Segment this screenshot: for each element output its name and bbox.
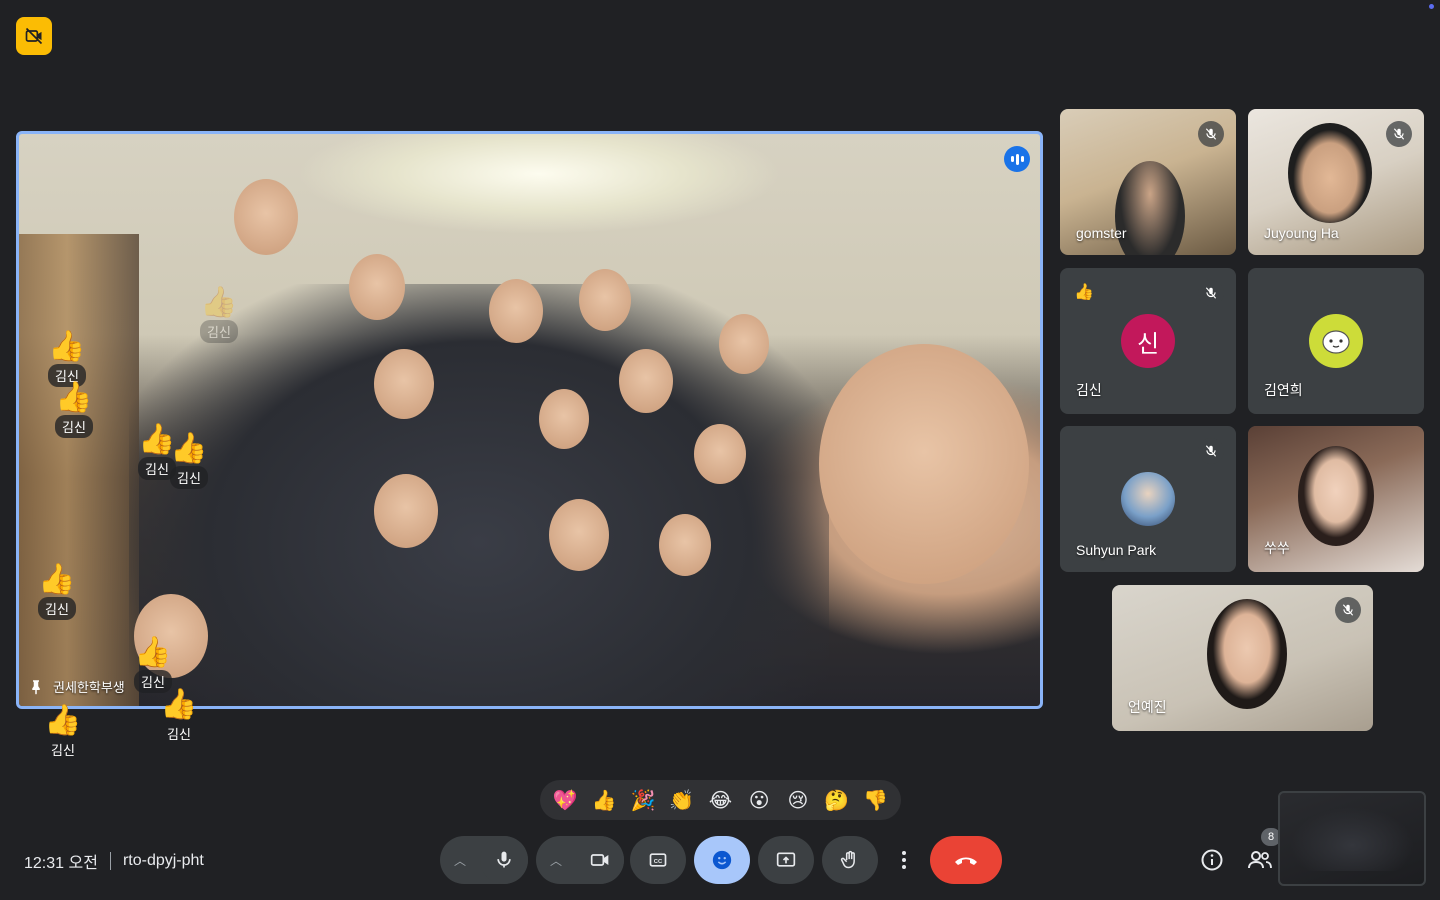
presenter-label: 권세한학부생 (27, 677, 125, 696)
thumbs-down-icon[interactable]: 👎 (858, 782, 894, 818)
floating-reaction: 👍 김신 (134, 638, 172, 693)
participant-tile-gomster[interactable]: gomster (1060, 109, 1236, 255)
participant-tile-eon-yejin[interactable]: 언예진 (1112, 585, 1373, 731)
participant-tile-ssussu[interactable]: 쑤쑤 (1248, 426, 1424, 572)
tears-of-joy-icon[interactable]: 😂 (702, 782, 738, 818)
meeting-info: 12:31 오전 rto-dpyj-pht (24, 849, 204, 873)
meeting-time: 12:31 오전 (24, 855, 98, 872)
camera-control: ︿ (536, 836, 624, 884)
floating-reaction: 👍 김신 (170, 434, 208, 489)
meeting-details-button[interactable] (1194, 842, 1230, 878)
divider (109, 852, 111, 870)
more-options-button[interactable] (884, 836, 924, 884)
participant-tile-kim-yeonhee[interactable]: 김연희 (1248, 268, 1424, 414)
microphone-icon[interactable] (480, 836, 528, 884)
thumbs-up-icon: 👍 (48, 329, 86, 364)
floating-reaction: 👍 김신 (160, 690, 198, 745)
surprised-face-icon[interactable]: 😮 (741, 782, 777, 818)
mic-off-icon (1198, 280, 1224, 306)
status-dot (1429, 4, 1434, 9)
group-faces (19, 134, 1040, 706)
mic-off-icon (1198, 121, 1224, 147)
participant-name: 김신 (1076, 382, 1102, 398)
more-options-icon (902, 851, 906, 869)
meeting-code: rto-dpyj-pht (122, 852, 204, 869)
raise-hand-button[interactable] (822, 836, 878, 884)
thumbs-up-icon: 👍 (200, 285, 238, 320)
participant-tile-suhyun-park[interactable]: Suhyun Park (1060, 426, 1236, 572)
thumbs-up-icon: 👍 (44, 703, 82, 738)
participant-tile-juyoung-ha[interactable]: Juyoung Ha (1248, 109, 1424, 255)
mic-off-icon (1386, 121, 1412, 147)
video-camera-icon[interactable] (576, 836, 624, 884)
video-options-chevron-icon[interactable]: ︿ (550, 852, 562, 869)
microphone-control: ︿ (440, 836, 528, 884)
speaking-indicator-icon (1004, 146, 1030, 172)
thumbs-up-icon: 👍 (55, 380, 93, 415)
avatar (1309, 314, 1363, 368)
info-icon (1201, 849, 1223, 871)
participant-name: gomster (1076, 225, 1127, 241)
participant-name: Juyoung Ha (1264, 225, 1339, 241)
avatar: 신 (1121, 314, 1175, 368)
avatar (1121, 472, 1175, 526)
captions-button[interactable]: CC (630, 836, 686, 884)
closed-captions-icon: CC (649, 853, 667, 867)
main-speaker-tile[interactable]: 권세한학부생 (16, 131, 1043, 709)
clapping-hands-icon[interactable]: 👏 (664, 782, 700, 818)
pin-icon (32, 679, 40, 694)
end-call-button[interactable] (930, 836, 1002, 884)
sparkling-heart-icon[interactable]: 💖 (547, 782, 583, 818)
mic-off-icon (1335, 597, 1361, 623)
participant-name: 김연희 (1264, 382, 1303, 398)
audio-options-chevron-icon[interactable]: ︿ (454, 852, 466, 869)
crying-face-icon[interactable]: 😢 (780, 782, 816, 818)
self-view-preview[interactable] (1278, 791, 1426, 886)
thumbs-up-icon[interactable]: 👍 (586, 782, 622, 818)
floating-reaction: 👍 김신 (44, 706, 82, 761)
present-screen-icon (776, 852, 796, 867)
floating-reaction: 👍 김신 (200, 288, 238, 343)
thumbs-up-icon: 👍 (38, 562, 76, 597)
mic-off-icon (1198, 438, 1224, 464)
people-button[interactable] (1242, 842, 1278, 878)
presenter-name: 권세한학부생 (53, 680, 125, 695)
floating-reaction: 👍 김신 (55, 383, 93, 438)
raise-hand-icon (840, 850, 855, 869)
participant-name: 언예진 (1128, 699, 1167, 715)
emoji-smile-icon (712, 850, 732, 870)
reaction-bar: 💖 👍 🎉 👏 😂 😮 😢 🤔 👎 (540, 780, 901, 820)
thumbs-up-icon: 👍 (1074, 284, 1094, 301)
floating-reaction: 👍 김신 (48, 332, 86, 387)
thumbs-up-icon: 👍 (134, 635, 172, 670)
party-popper-icon[interactable]: 🎉 (625, 782, 661, 818)
svg-text:CC: CC (654, 859, 663, 865)
emoji-reactions-button[interactable] (694, 836, 750, 884)
thumbs-up-icon: 👍 (170, 431, 208, 466)
participant-name: Suhyun Park (1076, 542, 1157, 558)
present-button[interactable] (758, 836, 814, 884)
end-call-icon (955, 857, 977, 865)
thinking-face-icon[interactable]: 🤔 (819, 782, 855, 818)
no-video-recording-icon[interactable] (16, 17, 52, 55)
participant-tile-kim-shin[interactable]: 👍 신 김신 (1060, 268, 1236, 414)
thumbs-up-icon: 👍 (160, 687, 198, 722)
people-icon (1248, 851, 1272, 869)
participant-name: 쑤쑤 (1264, 540, 1290, 556)
floating-reaction: 👍 김신 (38, 565, 76, 620)
